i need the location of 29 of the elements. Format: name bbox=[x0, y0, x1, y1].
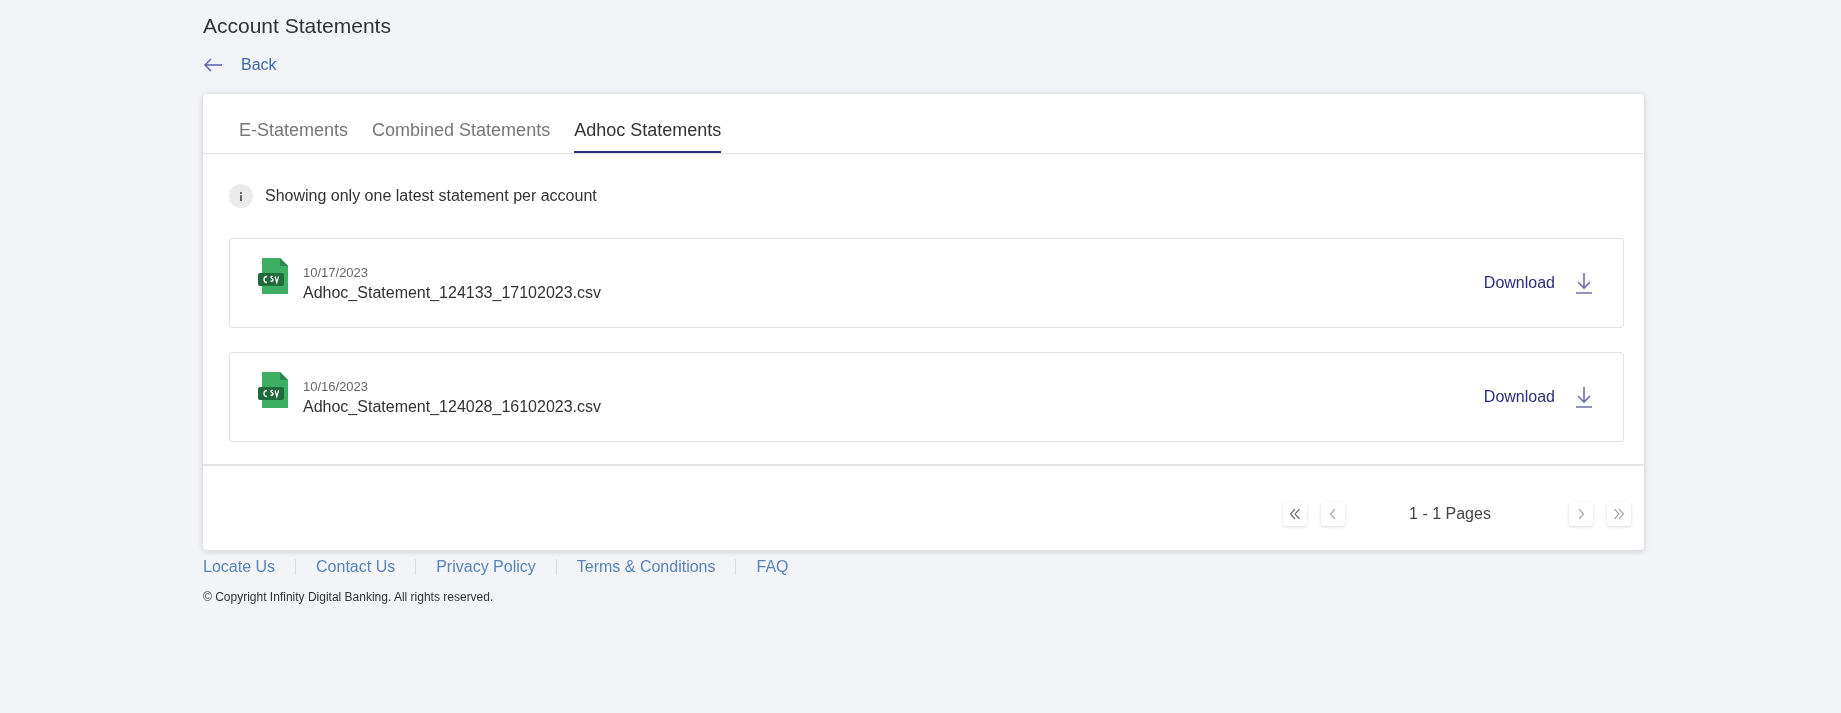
tab[interactable]: E-Statements bbox=[239, 120, 349, 153]
tab[interactable]: Combined Statements bbox=[372, 120, 551, 153]
csv-file-icon bbox=[258, 372, 288, 408]
double-chevron-left-icon bbox=[1289, 508, 1301, 520]
page-title: Account Statements bbox=[203, 14, 392, 38]
tab[interactable]: Adhoc Statements bbox=[574, 120, 722, 153]
download-icon[interactable] bbox=[1575, 272, 1593, 294]
notice-text: Showing only one latest statement per account bbox=[265, 187, 597, 205]
footer-link[interactable]: Locate Us bbox=[203, 558, 276, 576]
info-icon bbox=[229, 184, 253, 208]
back-arrow-icon[interactable] bbox=[203, 58, 223, 72]
footer-link[interactable]: Privacy Policy bbox=[436, 558, 536, 576]
last-page-button[interactable] bbox=[1607, 502, 1631, 526]
file-name: Adhoc_Statement_124028_16102023.csv bbox=[303, 397, 602, 416]
statement-date: 10/16/2023 bbox=[303, 378, 370, 394]
copyright-text: © Copyright Infinity Digital Banking. All rights reserved. bbox=[203, 590, 495, 604]
file-name: Adhoc_Statement_124133_17102023.csv bbox=[303, 283, 602, 302]
double-chevron-right-icon bbox=[1613, 508, 1625, 520]
statement-date: 10/17/2023 bbox=[303, 264, 370, 280]
first-page-button[interactable] bbox=[1283, 502, 1307, 526]
footer-link[interactable]: Contact Us bbox=[316, 558, 396, 576]
footer-link[interactable]: FAQ bbox=[756, 558, 789, 576]
csv-file-icon bbox=[258, 258, 288, 294]
page-count: 1 - 1 Pages bbox=[1408, 505, 1492, 523]
download-link[interactable]: Download bbox=[1483, 274, 1555, 292]
back-link[interactable]: Back bbox=[241, 56, 277, 74]
download-icon[interactable] bbox=[1575, 386, 1593, 408]
footer-link[interactable]: Terms & Conditions bbox=[576, 558, 716, 576]
download-link[interactable]: Download bbox=[1483, 388, 1555, 406]
